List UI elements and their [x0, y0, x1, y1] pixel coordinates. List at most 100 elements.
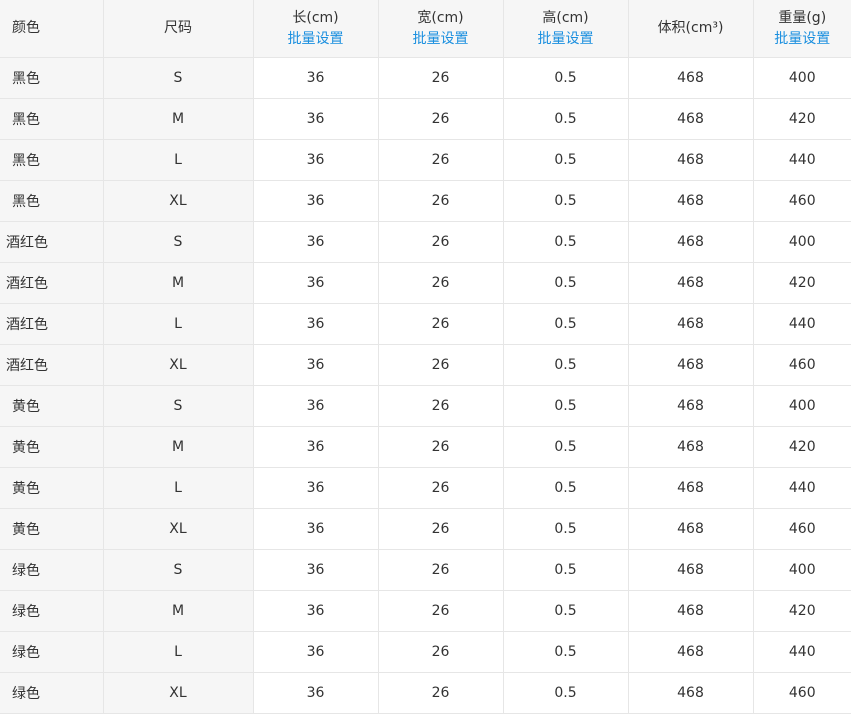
cell-length: 36: [253, 344, 379, 386]
column-header-length: 长(cm) 批量设置: [253, 0, 379, 58]
table-row: 黑色 L 36 26 0.5 468 440: [0, 139, 851, 181]
cell-height: 0.5: [503, 303, 629, 345]
cell-color: 黑色: [0, 57, 104, 99]
column-header-size-label: 尺码: [164, 20, 192, 36]
cell-size: S: [103, 57, 254, 99]
cell-height: 0.5: [503, 426, 629, 468]
table-row: 绿色 L 36 26 0.5 468 440: [0, 631, 851, 673]
cell-color: 酒红色: [0, 221, 104, 263]
cell-size: M: [103, 426, 254, 468]
cell-width: 26: [378, 303, 504, 345]
cell-length: 36: [253, 467, 379, 509]
cell-width: 26: [378, 426, 504, 468]
cell-height: 0.5: [503, 467, 629, 509]
cell-size: L: [103, 303, 254, 345]
cell-weight: 420: [753, 262, 851, 304]
cell-length: 36: [253, 57, 379, 99]
table-row: 黑色 XL 36 26 0.5 468 460: [0, 180, 851, 222]
cell-size: S: [103, 549, 254, 591]
cell-weight: 400: [753, 221, 851, 263]
table-row: 绿色 XL 36 26 0.5 468 460: [0, 672, 851, 714]
table-row: 黄色 L 36 26 0.5 468 440: [0, 467, 851, 509]
table-header-row: 颜色 尺码 长(cm) 批量设置 宽(cm) 批量设置 高(cm) 批量设置 体…: [0, 0, 851, 58]
cell-height: 0.5: [503, 672, 629, 714]
cell-volume: 468: [628, 57, 754, 99]
cell-weight: 440: [753, 139, 851, 181]
cell-size: L: [103, 467, 254, 509]
column-header-height: 高(cm) 批量设置: [503, 0, 629, 58]
cell-width: 26: [378, 57, 504, 99]
cell-volume: 468: [628, 139, 754, 181]
cell-volume: 468: [628, 180, 754, 222]
cell-volume: 468: [628, 426, 754, 468]
cell-width: 26: [378, 508, 504, 550]
cell-length: 36: [253, 98, 379, 140]
cell-length: 36: [253, 590, 379, 632]
column-header-width-label: 宽(cm): [417, 9, 464, 26]
column-header-height-label: 高(cm): [542, 9, 589, 26]
table-row: 绿色 S 36 26 0.5 468 400: [0, 549, 851, 591]
bulk-set-width-link[interactable]: 批量设置: [379, 29, 503, 50]
cell-color: 绿色: [0, 590, 104, 632]
table-row: 黄色 S 36 26 0.5 468 400: [0, 385, 851, 427]
cell-volume: 468: [628, 672, 754, 714]
cell-color: 绿色: [0, 631, 104, 673]
cell-color: 酒红色: [0, 303, 104, 345]
cell-height: 0.5: [503, 57, 629, 99]
cell-color: 绿色: [0, 549, 104, 591]
table-row: 酒红色 XL 36 26 0.5 468 460: [0, 344, 851, 386]
cell-weight: 460: [753, 672, 851, 714]
cell-weight: 400: [753, 549, 851, 591]
column-header-volume: 体积(cm³): [628, 0, 754, 58]
cell-length: 36: [253, 262, 379, 304]
cell-weight: 420: [753, 98, 851, 140]
cell-size: XL: [103, 344, 254, 386]
cell-volume: 468: [628, 221, 754, 263]
table-body: 黑色 S 36 26 0.5 468 400 黑色 M 36 26 0.5 468 420 黑色 L 36 26 0…: [0, 57, 851, 714]
cell-width: 26: [378, 221, 504, 263]
cell-color: 黄色: [0, 385, 104, 427]
cell-width: 26: [378, 262, 504, 304]
cell-color: 绿色: [0, 672, 104, 714]
cell-width: 26: [378, 590, 504, 632]
cell-volume: 468: [628, 344, 754, 386]
cell-weight: 440: [753, 303, 851, 345]
bulk-set-height-link[interactable]: 批量设置: [504, 29, 628, 50]
cell-size: L: [103, 139, 254, 181]
bulk-set-weight-link[interactable]: 批量设置: [754, 29, 851, 50]
cell-width: 26: [378, 344, 504, 386]
cell-length: 36: [253, 426, 379, 468]
cell-width: 26: [378, 385, 504, 427]
cell-length: 36: [253, 549, 379, 591]
cell-volume: 468: [628, 508, 754, 550]
cell-volume: 468: [628, 303, 754, 345]
sku-dimension-table: 颜色 尺码 长(cm) 批量设置 宽(cm) 批量设置 高(cm) 批量设置 体…: [0, 0, 851, 714]
cell-length: 36: [253, 385, 379, 427]
column-header-length-label: 长(cm): [292, 9, 339, 26]
cell-length: 36: [253, 508, 379, 550]
table-row: 酒红色 L 36 26 0.5 468 440: [0, 303, 851, 345]
cell-size: S: [103, 221, 254, 263]
cell-weight: 420: [753, 426, 851, 468]
cell-height: 0.5: [503, 98, 629, 140]
cell-width: 26: [378, 139, 504, 181]
cell-volume: 468: [628, 631, 754, 673]
cell-weight: 460: [753, 180, 851, 222]
cell-volume: 468: [628, 590, 754, 632]
cell-length: 36: [253, 672, 379, 714]
cell-length: 36: [253, 631, 379, 673]
cell-weight: 400: [753, 57, 851, 99]
cell-volume: 468: [628, 549, 754, 591]
cell-volume: 468: [628, 262, 754, 304]
column-header-volume-label: 体积(cm³): [657, 20, 724, 36]
table-row: 黄色 XL 36 26 0.5 468 460: [0, 508, 851, 550]
table-row: 酒红色 M 36 26 0.5 468 420: [0, 262, 851, 304]
cell-weight: 400: [753, 385, 851, 427]
cell-height: 0.5: [503, 508, 629, 550]
column-header-size: 尺码: [103, 0, 254, 58]
cell-color: 黄色: [0, 426, 104, 468]
cell-height: 0.5: [503, 631, 629, 673]
cell-length: 36: [253, 139, 379, 181]
bulk-set-length-link[interactable]: 批量设置: [254, 29, 378, 50]
cell-height: 0.5: [503, 221, 629, 263]
